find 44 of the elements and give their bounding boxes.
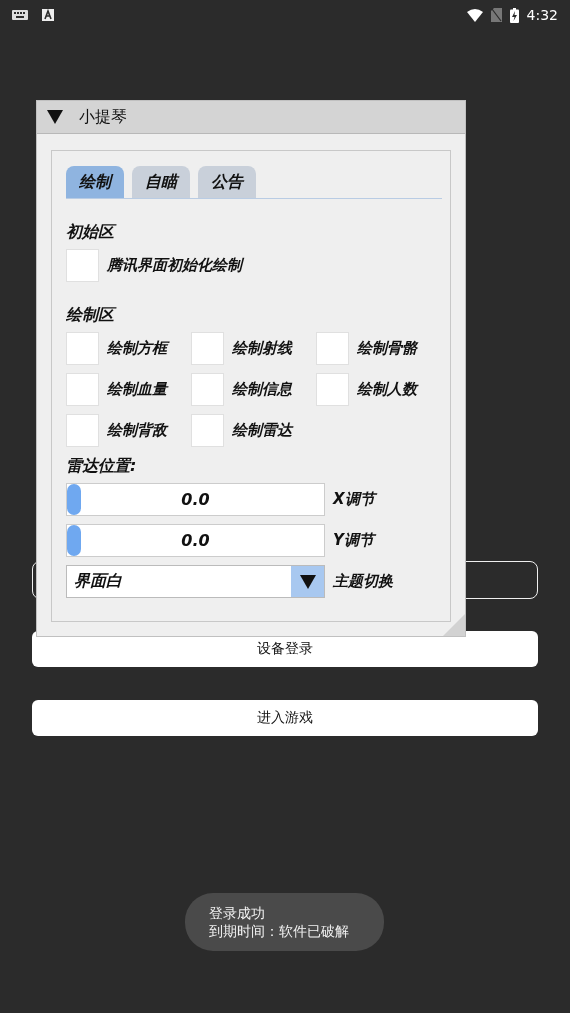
no-sim-icon — [490, 8, 502, 22]
checkbox-label: 绘制雷达 — [232, 421, 292, 440]
checkbox[interactable] — [191, 373, 224, 406]
checkbox-label: 绘制背敌 — [107, 421, 167, 440]
section-heading: 绘制区 — [66, 304, 436, 326]
dropdown-arrow-icon — [299, 574, 316, 589]
dropdown-label: 主题切换 — [333, 572, 393, 591]
checkbox[interactable] — [191, 414, 224, 447]
wifi-icon — [466, 8, 483, 22]
tab[interactable]: 绘制 — [66, 166, 124, 198]
checkbox-label: 绘制射线 — [232, 339, 292, 358]
enter-game-button[interactable]: 进入游戏 — [32, 700, 538, 736]
slider-value: 0.0 — [181, 531, 210, 550]
slider-track[interactable]: 0.0 — [66, 483, 325, 516]
section-heading: 雷达位置: — [66, 455, 138, 477]
clock-time: 4:32 — [526, 7, 558, 23]
checkbox-label: 绘制信息 — [232, 380, 292, 399]
toast-text: 到期时间：软件已破解 — [209, 922, 350, 940]
resize-grip-icon[interactable] — [443, 614, 465, 636]
checkbox-label: 绘制骨骼 — [357, 339, 417, 358]
tab[interactable]: 公告 — [198, 166, 256, 198]
section-heading: 初始区 — [66, 221, 436, 243]
theme-dropdown[interactable]: 界面白 — [66, 565, 325, 598]
checkbox[interactable] — [316, 373, 349, 406]
slider-thumb[interactable] — [67, 525, 81, 556]
checkbox-label: 腾讯界面初始化绘制 — [107, 256, 242, 275]
checkbox-label: 绘制血量 — [107, 380, 167, 399]
collapse-toggle-icon[interactable] — [47, 110, 63, 124]
checkbox[interactable] — [66, 373, 99, 406]
app-icon — [42, 9, 54, 21]
checkbox[interactable] — [316, 332, 349, 365]
slider-thumb[interactable] — [67, 484, 81, 515]
window-title: 小提琴 — [79, 106, 127, 128]
slider-track[interactable]: 0.0 — [66, 524, 325, 557]
battery-charging-icon — [509, 7, 519, 23]
slider-value: 0.0 — [181, 490, 210, 509]
checkbox[interactable] — [66, 414, 99, 447]
checkbox[interactable] — [191, 332, 224, 365]
checkbox[interactable] — [66, 332, 99, 365]
keyboard-icon — [12, 10, 28, 20]
checkbox-label: 绘制人数 — [357, 380, 417, 399]
checkbox[interactable] — [66, 249, 99, 282]
tab[interactable]: 自瞄 — [132, 166, 190, 198]
toast-text: 登录成功 — [209, 904, 266, 922]
